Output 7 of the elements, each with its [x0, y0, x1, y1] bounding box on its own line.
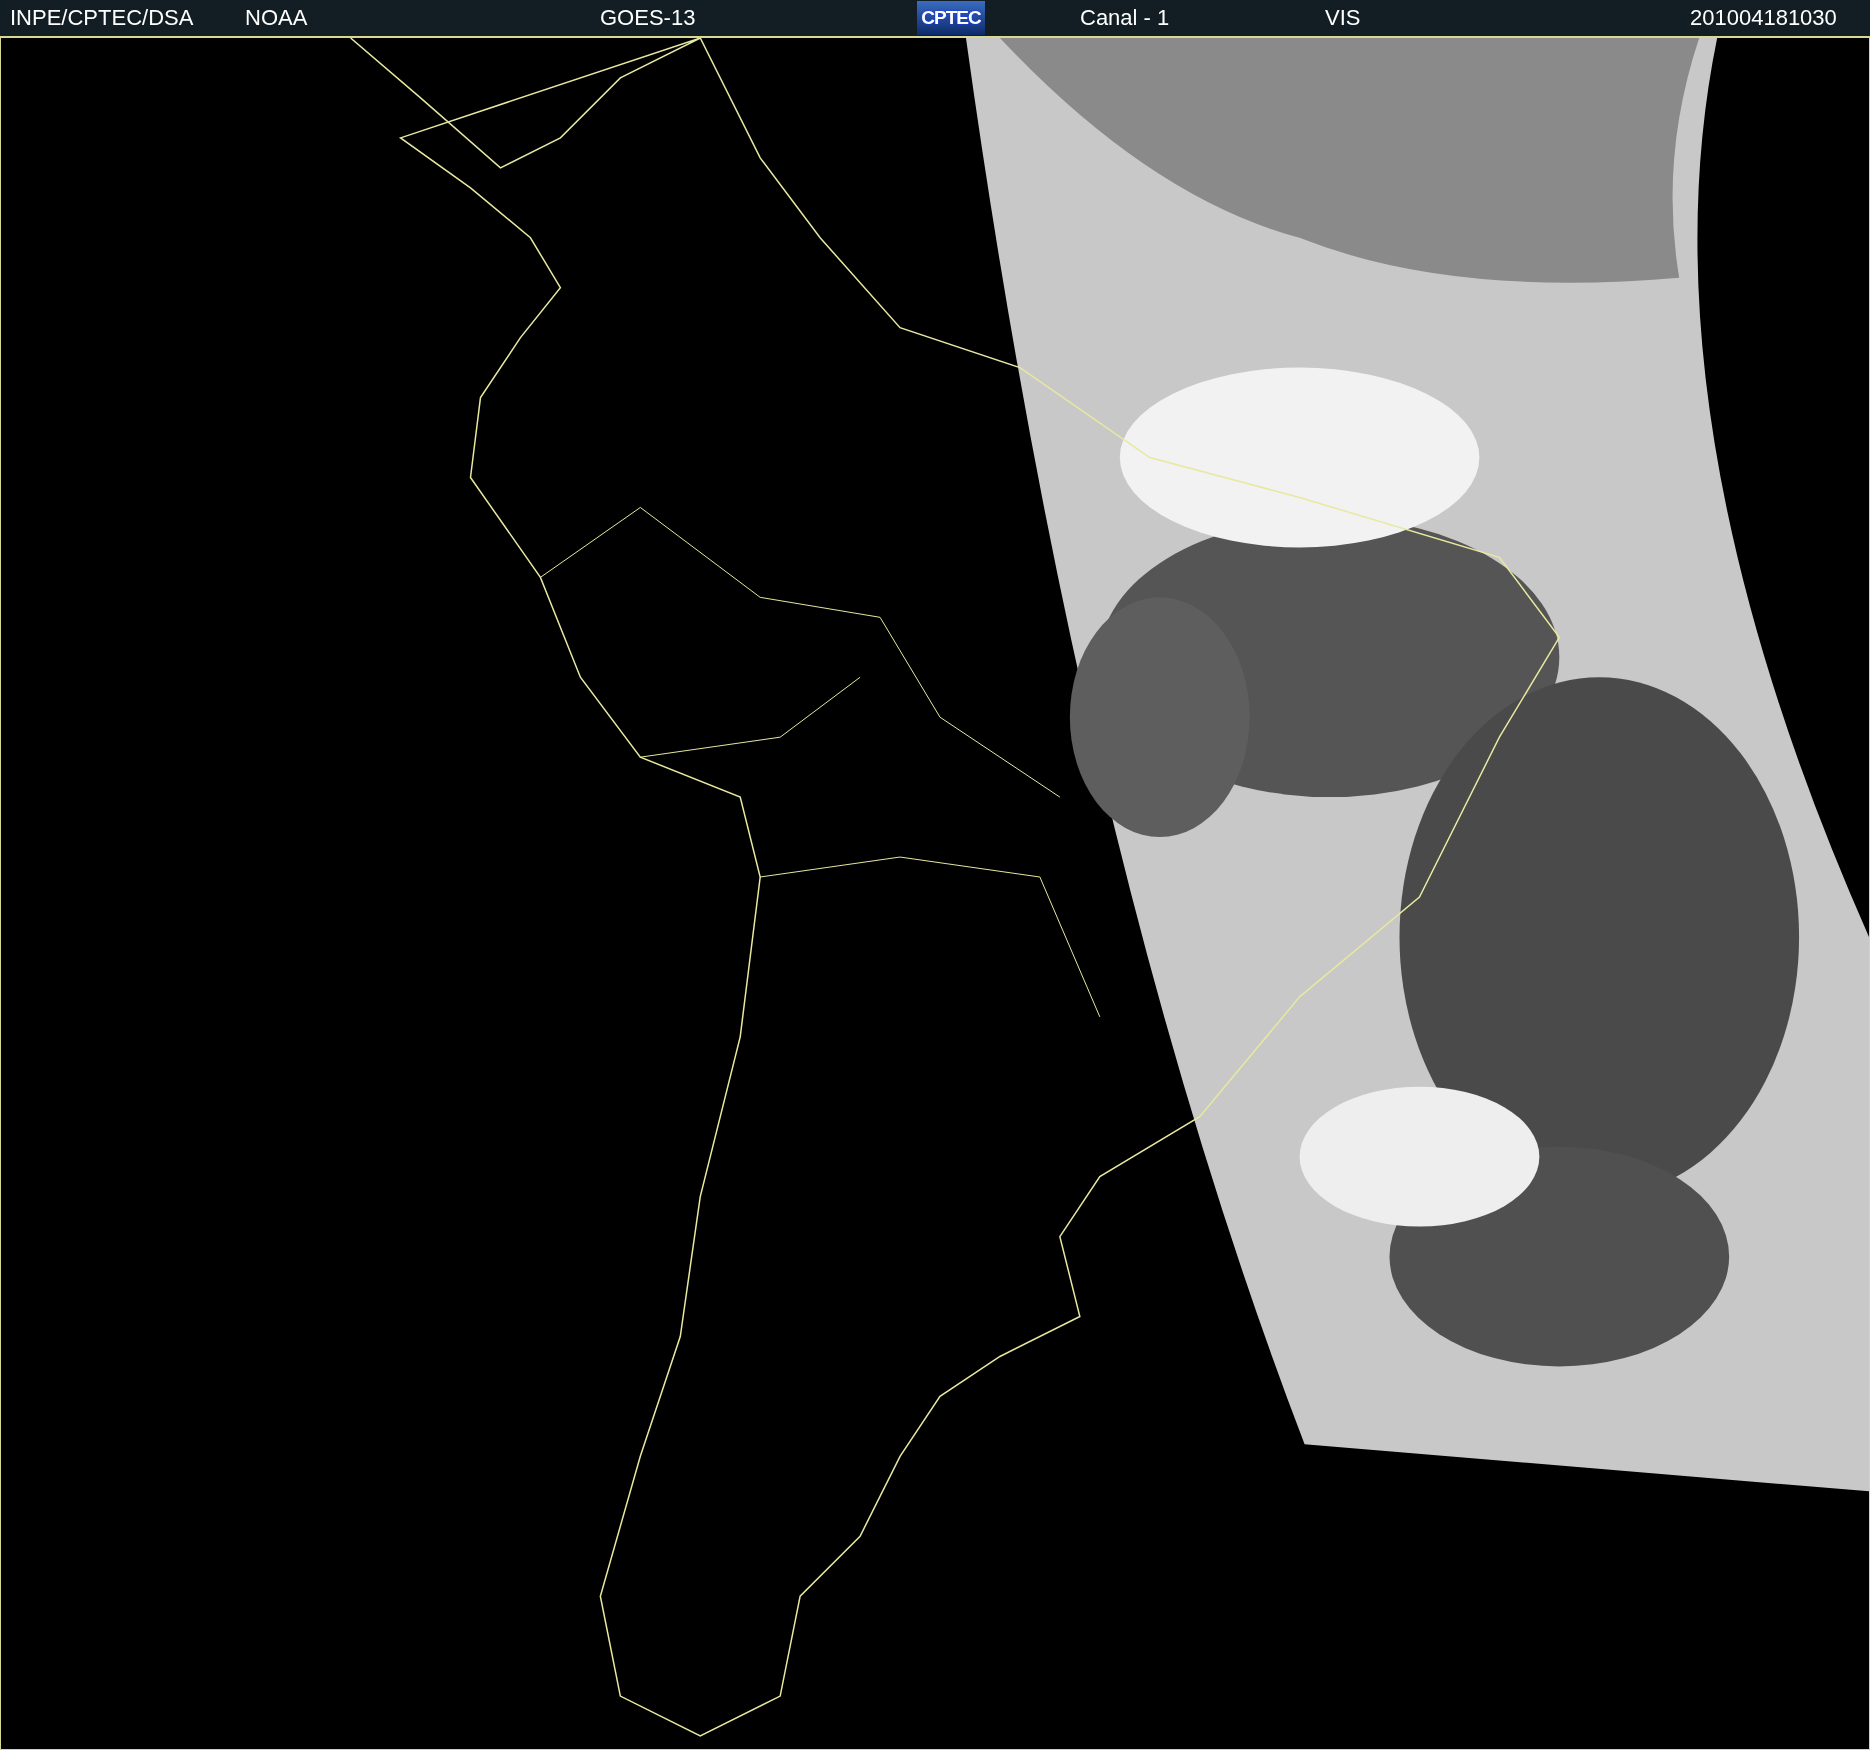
source-label: INPE/CPTEC/DSA — [10, 5, 194, 31]
timestamp-label: 201004181030 — [1690, 5, 1837, 31]
logo: CPTEC — [917, 1, 985, 35]
satellite-label: GOES-13 — [600, 5, 696, 31]
channel-label: Canal - 1 — [1080, 5, 1170, 31]
band-label: VIS — [1325, 5, 1361, 31]
agency-label: NOAA — [245, 5, 308, 31]
